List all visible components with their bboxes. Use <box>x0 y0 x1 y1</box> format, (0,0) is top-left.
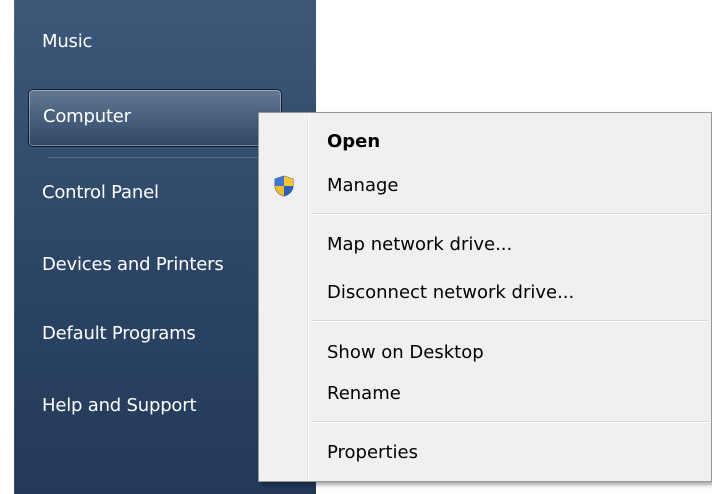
menu-separator <box>311 320 709 321</box>
menu-item-label: Manage <box>327 175 399 196</box>
menu-item-label: Open <box>327 131 381 152</box>
start-item-label: Music <box>42 31 93 52</box>
start-item-label: Default Programs <box>42 323 196 344</box>
menu-item-map-network-drive[interactable]: Map network drive... <box>259 227 711 263</box>
start-item-music[interactable]: Music <box>42 31 92 52</box>
context-menu: Open Manage Map network drive... Disconn… <box>258 112 712 482</box>
start-item-help-and-support[interactable]: Help and Support <box>42 395 197 416</box>
start-item-label: Control Panel <box>42 182 159 203</box>
menu-item-manage[interactable]: Manage <box>259 168 711 204</box>
menu-item-label: Rename <box>327 383 401 404</box>
menu-item-disconnect-network-drive[interactable]: Disconnect network drive... <box>259 275 711 311</box>
start-menu-divider <box>48 157 286 158</box>
start-item-default-programs[interactable]: Default Programs <box>42 323 196 344</box>
menu-item-label: Disconnect network drive... <box>327 282 575 303</box>
start-item-computer[interactable]: Computer <box>28 89 282 147</box>
start-item-control-panel[interactable]: Control Panel <box>42 182 159 203</box>
start-item-devices-and-printers[interactable]: Devices and Printers <box>42 254 224 275</box>
start-item-label: Help and Support <box>42 395 197 416</box>
menu-item-rename[interactable]: Rename <box>259 376 711 412</box>
menu-item-open[interactable]: Open <box>259 124 711 160</box>
start-item-label: Computer <box>43 106 131 127</box>
menu-separator <box>311 421 709 422</box>
menu-item-label: Show on Desktop <box>327 342 484 363</box>
start-item-label: Devices and Printers <box>42 254 224 275</box>
menu-item-label: Map network drive... <box>327 234 513 255</box>
menu-item-properties[interactable]: Properties <box>259 435 711 471</box>
menu-item-label: Properties <box>327 442 418 463</box>
uac-shield-icon <box>274 175 294 197</box>
menu-item-show-on-desktop[interactable]: Show on Desktop <box>259 335 711 371</box>
menu-separator <box>311 213 709 214</box>
